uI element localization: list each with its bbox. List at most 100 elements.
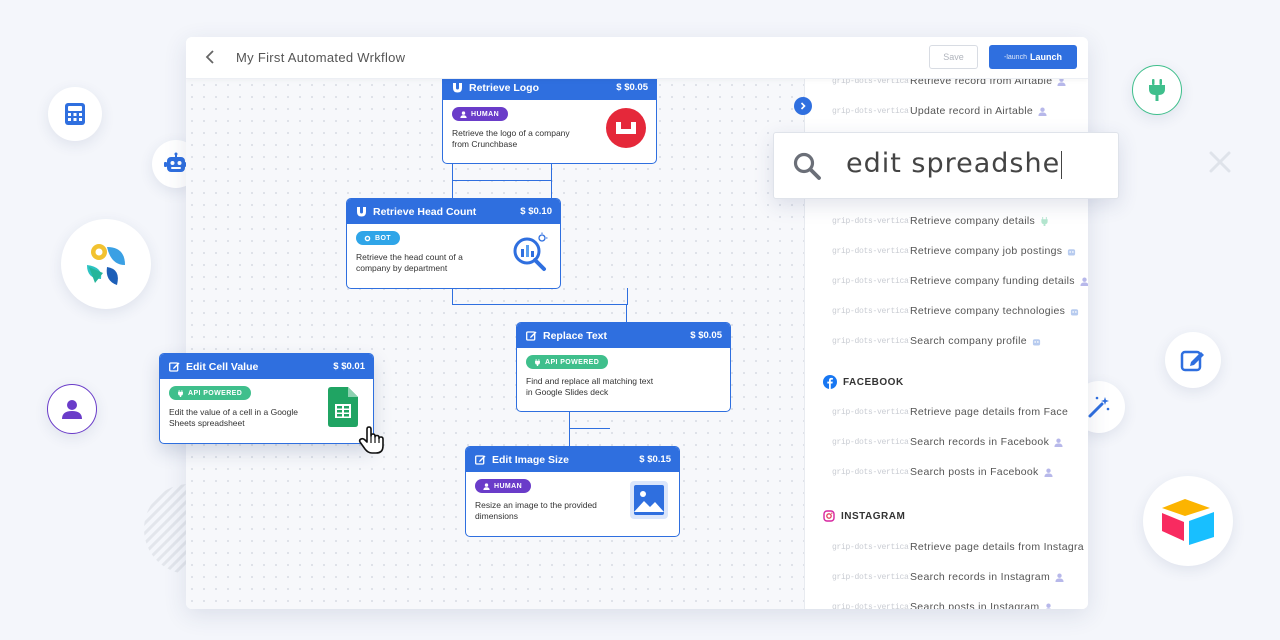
grip-dots-vertical-icon[interactable]: grip-dots-vertical	[832, 307, 910, 316]
grip-dots-vertical-icon[interactable]: grip-dots-vertical	[832, 107, 910, 116]
user-icon	[1055, 573, 1064, 582]
list-item[interactable]: grip-dots-vertical Retrieve page details…	[832, 404, 1068, 420]
plug-icon	[178, 389, 183, 397]
save-button[interactable]: Save	[929, 45, 978, 69]
magnet-icon	[451, 81, 464, 94]
node-price: $ $0.05	[690, 330, 722, 341]
list-item[interactable]: grip-dots-vertical Retrieve company job …	[832, 243, 1076, 259]
node-price: $ $0.05	[616, 82, 648, 93]
magnet-icon	[355, 205, 368, 218]
list-item-label: Retrieve company details	[910, 215, 1036, 227]
node-description: Retrieve the logo of a company from Crun…	[452, 128, 570, 149]
plug-icon	[1040, 216, 1049, 226]
node-description: Retrieve the head count of a company by …	[356, 252, 463, 273]
text-caret	[1061, 150, 1063, 179]
node-title: Edit Cell Value	[186, 360, 259, 373]
grip-dots-vertical-icon[interactable]: grip-dots-vertical	[832, 573, 910, 582]
chevron-right-icon	[800, 102, 806, 110]
list-item[interactable]: grip-dots-vertical Search records in Fac…	[832, 434, 1063, 450]
node-header: Replace Text $ $0.05	[517, 323, 730, 348]
user-icon	[1044, 603, 1053, 609]
user-icon	[1054, 438, 1063, 447]
node-header: Edit Cell Value $ $0.01	[160, 354, 373, 379]
close-decoration-icon	[1209, 151, 1231, 173]
list-item[interactable]: grip-dots-vertical Retrieve company tech…	[832, 303, 1079, 319]
badge-human: HUMAN	[475, 479, 532, 493]
list-item-label: Update record in Airtable	[910, 105, 1034, 117]
edit-icon	[525, 329, 538, 342]
edit-icon	[474, 453, 487, 466]
plug-icon	[1132, 65, 1182, 115]
node-description: Edit the value of a cell in a Google She…	[169, 407, 298, 428]
app-logo-icon	[61, 219, 151, 309]
connector-line	[452, 288, 628, 305]
workflow-node-retrieve-head-count[interactable]: Retrieve Head Count $ $0.10 BOT Retrieve…	[346, 198, 561, 289]
edit-icon	[168, 360, 181, 373]
connector-line	[569, 428, 610, 429]
edit-icon	[1165, 332, 1221, 388]
list-item[interactable]: grip-dots-vertical Update record in Airt…	[832, 103, 1047, 119]
workflow-node-retrieve-logo[interactable]: Retrieve Logo $ $0.05 HUMAN Retrieve the…	[442, 74, 657, 164]
list-item[interactable]: grip-dots-vertical Retrieve company deta…	[832, 213, 1049, 229]
list-item[interactable]: grip-dots-vertical Search company profil…	[832, 333, 1041, 349]
list-item-label: Retrieve page details from Face	[910, 406, 1069, 418]
list-item-label: Retrieve company technologies	[910, 305, 1066, 317]
node-price: $ $0.15	[639, 454, 671, 465]
grip-dots-vertical-icon[interactable]: grip-dots-vertical	[832, 217, 910, 226]
grip-dots-vertical-icon[interactable]: grip-dots-vertical	[832, 408, 910, 417]
node-header: Edit Image Size $ $0.15	[466, 447, 679, 472]
launch-button[interactable]: -launch Launch	[989, 45, 1077, 69]
headcount-analytics-icon	[509, 231, 551, 273]
grip-dots-vertical-icon[interactable]: grip-dots-vertical	[832, 277, 910, 286]
list-item[interactable]: grip-dots-vertical Search posts in Faceb…	[832, 464, 1053, 480]
node-description: Resize an image to the provided dimensio…	[475, 500, 597, 521]
image-icon	[628, 479, 670, 521]
list-item-label: Retrieve company funding details	[910, 275, 1075, 287]
back-button[interactable]	[200, 47, 220, 67]
workflow-node-replace-text[interactable]: Replace Text $ $0.05 API POWERED Find an…	[516, 322, 731, 412]
user-icon	[1044, 468, 1053, 477]
badge-human: HUMAN	[452, 107, 509, 121]
user-icon	[1057, 79, 1066, 86]
node-header: Retrieve Head Count $ $0.10	[347, 199, 560, 224]
list-item[interactable]: grip-dots-vertical Retrieve record from …	[832, 79, 1066, 89]
search-input[interactable]: edit spreadshe	[846, 148, 1063, 179]
connector-line	[569, 410, 570, 448]
grip-dots-vertical-icon[interactable]: grip-dots-vertical	[832, 603, 910, 610]
list-item-label: Retrieve company job postings	[910, 245, 1063, 257]
list-item-label: Retrieve page details from Instagra	[910, 541, 1084, 553]
search-box[interactable]: edit spreadshe	[773, 132, 1119, 199]
list-item[interactable]: grip-dots-vertical Search records in Ins…	[832, 569, 1064, 585]
workflow-node-edit-cell-value[interactable]: Edit Cell Value $ $0.01 API POWERED Edit…	[159, 353, 374, 444]
grip-dots-vertical-icon[interactable]: grip-dots-vertical	[832, 247, 910, 256]
chevron-left-icon	[205, 50, 214, 64]
connector-line	[626, 304, 627, 324]
calculator-icon	[48, 87, 102, 141]
grip-dots-vertical-icon[interactable]: grip-dots-vertical	[832, 543, 910, 552]
list-item[interactable]: grip-dots-vertical Search posts in Insta…	[832, 599, 1053, 609]
stripes-decoration	[144, 484, 194, 574]
instagram-section-heading: INSTAGRAM	[823, 510, 905, 522]
gear-icon	[364, 235, 371, 241]
list-item-label: Retrieve record from Airtable	[910, 79, 1053, 87]
grip-dots-vertical-icon[interactable]: grip-dots-vertical	[832, 438, 910, 447]
search-icon	[793, 152, 821, 180]
node-price: $ $0.01	[333, 361, 365, 372]
list-item[interactable]: grip-dots-vertical Retrieve company fund…	[832, 273, 1088, 289]
grip-dots-vertical-icon[interactable]: grip-dots-vertical	[832, 468, 910, 477]
launch-icon: -launch	[1004, 53, 1027, 61]
node-title: Replace Text	[543, 329, 607, 342]
grip-dots-vertical-icon[interactable]: grip-dots-vertical	[832, 337, 910, 346]
robot-icon	[1067, 247, 1076, 256]
workflow-title[interactable]: My First Automated Wrkflow	[236, 50, 405, 65]
grip-dots-vertical-icon[interactable]: grip-dots-vertical	[832, 79, 910, 86]
connector-line	[452, 164, 552, 200]
list-item[interactable]: grip-dots-vertical Retrieve page details…	[832, 539, 1084, 555]
workflow-node-edit-image-size[interactable]: Edit Image Size $ $0.15 HUMAN Resize an …	[465, 446, 680, 537]
panel-toggle-button[interactable]	[794, 97, 812, 115]
robot-icon	[1070, 307, 1079, 316]
badge-bot: BOT	[356, 231, 400, 245]
robot-icon	[1032, 337, 1041, 346]
user-icon	[47, 384, 97, 434]
user-icon	[1080, 277, 1088, 286]
